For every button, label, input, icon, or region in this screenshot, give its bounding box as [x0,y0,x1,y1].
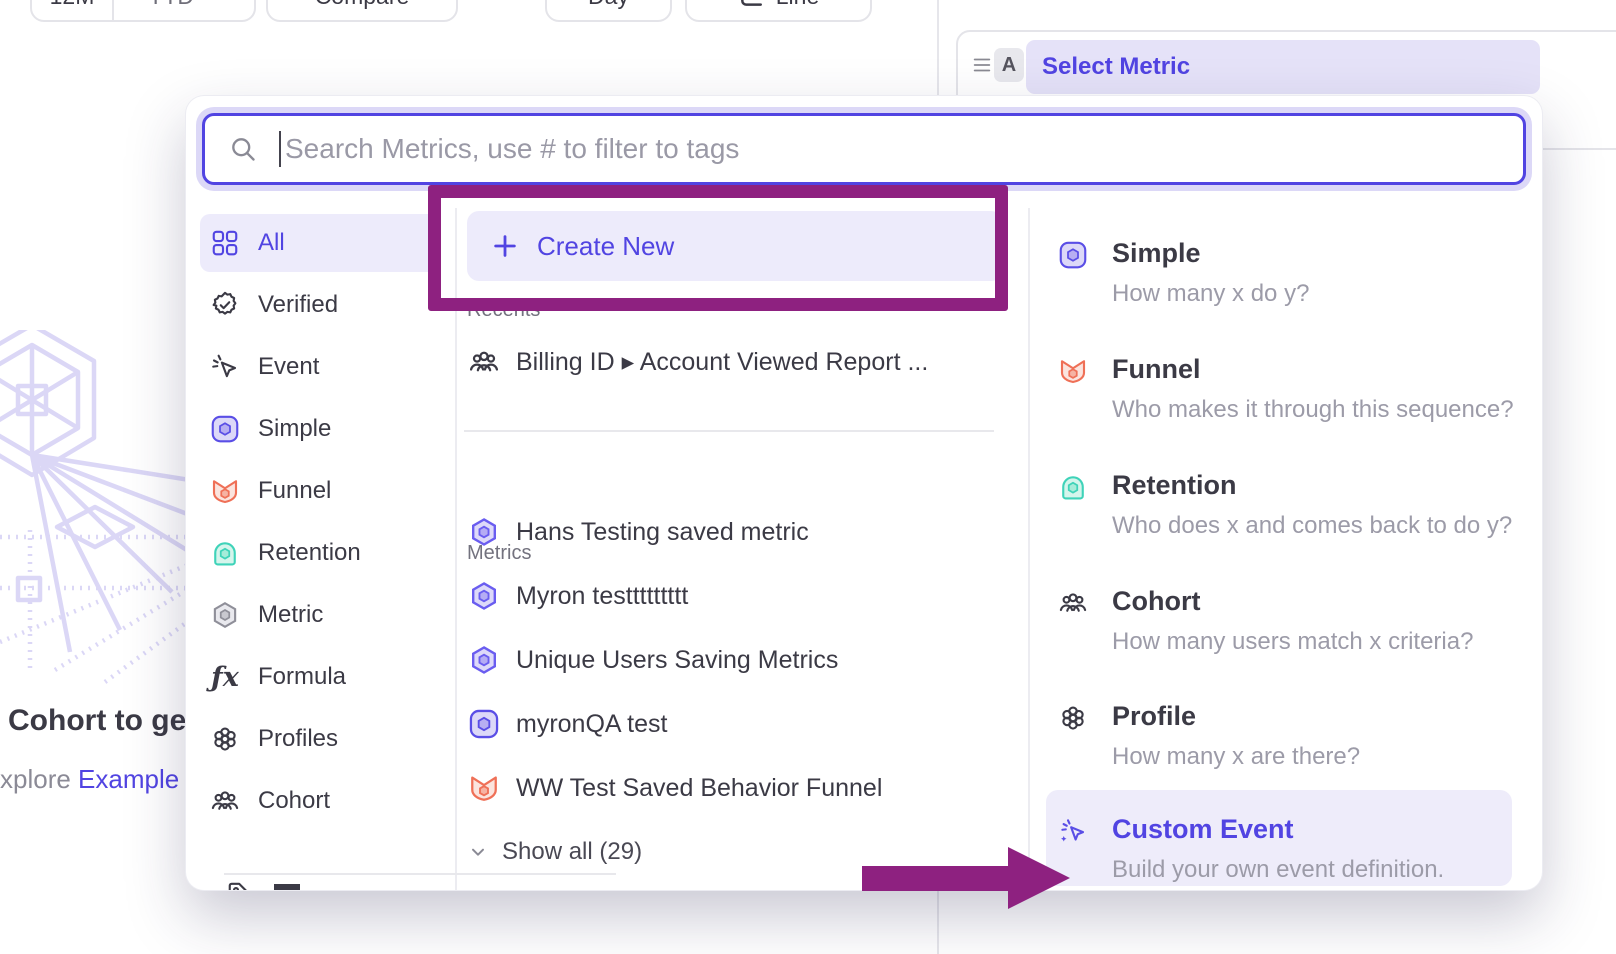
example-reports-link[interactable]: Example [78,764,179,794]
create-new-button[interactable]: Create New [467,211,1003,281]
drag-handle-icon[interactable] [971,54,993,76]
annotation-arrow [862,866,1010,891]
sidebar-item-formula[interactable]: ƒx Formula [200,648,440,706]
section-divider [464,430,994,432]
clipped-label-fragment [274,884,300,890]
sidebar-item-simple[interactable]: Simple [200,400,440,458]
formula-icon: ƒx [210,662,240,693]
retention-icon [210,538,240,568]
text-cursor [279,131,281,167]
custom-event-icon [1058,816,1088,846]
funnel-icon [1058,356,1088,386]
simple-metric-icon [468,708,500,740]
range-12m-button[interactable]: 12M [32,0,114,20]
profiles-icon [1058,703,1088,733]
saved-metric-hexagon-icon [468,644,500,676]
cohort-icon [1058,588,1088,618]
simple-metric-icon [210,414,240,444]
sidebar-item-all[interactable]: All [200,214,440,272]
sidebar-item-profiles[interactable]: Profiles [200,710,440,768]
sidebar-item-funnel[interactable]: Funnel [200,462,440,520]
column-divider [1028,208,1030,890]
granularity-day-button[interactable]: Day [545,0,672,22]
cohort-icon [210,786,240,816]
empty-state-illustration [0,330,190,954]
chart-type-line-button[interactable]: Line [685,0,872,22]
annotation-arrow-head [1008,847,1070,909]
empty-state-headline: Cohort to ge [8,704,186,738]
sidebar-item-metric[interactable]: Metric [200,586,440,644]
sidebar-item-partial[interactable] [226,880,300,890]
plus-icon [491,232,519,260]
list-item-metric[interactable]: myronQA test [468,700,998,748]
metric-search-bar[interactable] [202,113,1526,185]
metric-hexagon-icon [210,600,240,630]
recent-item-billing[interactable]: Billing ID ▸ Account Viewed Report ... [468,346,928,378]
list-item-metric[interactable]: WW Test Saved Behavior Funnel [468,764,998,812]
sidebar-item-event[interactable]: Event [200,338,440,396]
profiles-icon [210,724,240,754]
line-chart-icon [738,0,764,9]
chevron-down-icon [202,0,220,5]
funnel-icon [468,772,500,804]
funnel-icon [210,476,240,506]
date-range-control: 12M YTD [30,0,256,22]
screen: 12M YTD Compare Day Line A Select Metric… [0,0,1616,954]
range-ytd-button[interactable]: YTD [114,0,254,20]
saved-metric-hexagon-icon [468,516,500,548]
compare-button[interactable]: Compare [266,0,458,22]
select-metric-modal: All Verified Event Simple Funnel Retenti… [186,96,1542,890]
series-a-badge: A [994,48,1024,82]
empty-state-subtext: xplore Example [0,764,179,795]
search-input[interactable] [285,133,1523,165]
show-all-button[interactable]: Show all (29) [468,838,642,866]
list-item-metric[interactable]: Unique Users Saving Metrics [468,636,998,684]
column-divider [455,208,457,890]
sidebar-divider [224,873,616,875]
select-metric-field[interactable]: Select Metric [1026,40,1540,94]
list-item-metric[interactable]: Myron testtttttttt [468,572,998,620]
saved-metrics-list: Hans Testing saved metric Myron testtttt… [468,508,998,828]
search-icon [229,135,257,163]
chevron-down-icon [468,842,488,862]
event-cursor-icon [210,352,240,382]
list-item-metric[interactable]: Hans Testing saved metric [468,508,998,556]
recents-section-label: Recents [467,299,540,322]
cohort-icon [468,346,500,378]
filter-sidebar: All Verified Event Simple Funnel Retenti… [200,214,440,834]
sidebar-item-verified[interactable]: Verified [200,276,440,334]
sidebar-item-cohort[interactable]: Cohort [200,772,440,830]
simple-metric-icon [1058,240,1088,270]
verified-badge-icon [210,290,240,320]
sidebar-item-retention[interactable]: Retention [200,524,440,582]
retention-icon [1058,472,1088,502]
saved-metric-hexagon-icon [468,580,500,612]
tag-icon [226,880,256,890]
grid-icon [210,228,240,258]
empty-state-text: Cohort to ge xplore Example [0,698,187,820]
